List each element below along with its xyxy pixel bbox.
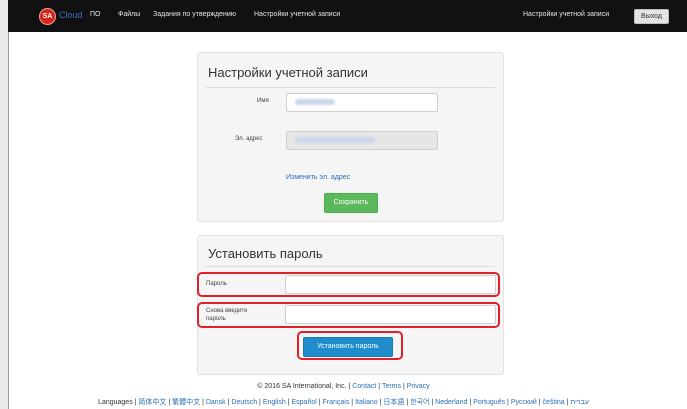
language-link[interactable]: Français <box>323 399 350 406</box>
footer-copyright-line: © 2016 SA International, Inc. | Contact … <box>0 383 687 390</box>
password-title-divider <box>206 266 495 267</box>
language-link[interactable]: Português <box>473 399 505 406</box>
account-settings-panel: Настройки учетной записи Имя Эл. адрес И… <box>197 52 504 222</box>
account-settings-title: Настройки учетной записи <box>208 65 368 80</box>
top-navbar: SA Cloud ПО Файлы Задания по утверждению… <box>8 0 687 32</box>
email-label: Эл. адрес <box>235 136 263 142</box>
sa-logo-icon[interactable]: SA <box>39 8 56 25</box>
redacted-name-value <box>295 99 335 105</box>
terms-link[interactable]: Terms <box>382 383 401 390</box>
title-divider <box>206 87 495 88</box>
password-row-highlight <box>197 272 500 297</box>
confirm-row-highlight <box>197 302 500 328</box>
redacted-email-value <box>295 137 375 143</box>
languages-label: Languages | <box>98 399 139 406</box>
language-link[interactable]: Русский <box>511 399 537 406</box>
language-link[interactable]: עברית <box>570 399 589 406</box>
language-list: 简体中文 | 繁體中文 | Dansk | Deutsch | English … <box>138 399 589 406</box>
logout-button[interactable]: Выход <box>634 9 669 24</box>
language-link[interactable]: 简体中文 <box>138 399 166 406</box>
nav-right-account-settings[interactable]: Настройки учетной записи <box>523 11 609 18</box>
set-password-button-highlight <box>297 331 403 360</box>
change-email-link[interactable]: Изменить эл. адрес <box>286 174 350 181</box>
language-link[interactable]: Español <box>292 399 317 406</box>
save-button[interactable]: Сохранить <box>324 193 378 213</box>
language-link[interactable]: 繁體中文 <box>172 399 200 406</box>
nav-item-files[interactable]: Файлы <box>118 11 140 18</box>
language-link[interactable]: Nederland <box>435 399 467 406</box>
nav-item-account-settings[interactable]: Настройки учетной записи <box>254 11 340 18</box>
footer-languages-line: Languages | 简体中文 | 繁體中文 | Dansk | Deutsc… <box>0 397 687 407</box>
language-link[interactable]: 日本語 <box>383 399 404 406</box>
language-link[interactable]: Italiano <box>355 399 378 406</box>
contact-link[interactable]: Contact <box>352 383 376 390</box>
email-input <box>286 131 438 150</box>
language-link[interactable]: 한국어 <box>410 399 429 406</box>
language-link[interactable]: Deutsch <box>231 399 257 406</box>
language-link[interactable]: Dansk <box>206 399 226 406</box>
language-link[interactable]: čeština <box>543 399 565 406</box>
privacy-link[interactable]: Privacy <box>407 383 430 390</box>
nav-item-software[interactable]: ПО <box>90 11 100 18</box>
nav-item-approvals[interactable]: Задания по утверждению <box>153 11 236 18</box>
copyright-text: © 2016 SA International, Inc. | <box>257 383 353 390</box>
logo-badge-text: SA <box>42 13 53 20</box>
name-label: Имя <box>257 98 269 104</box>
logo-word[interactable]: Cloud <box>59 10 83 20</box>
language-link[interactable]: English <box>263 399 286 406</box>
name-input[interactable] <box>286 93 438 112</box>
set-password-title: Установить пароль <box>208 246 323 261</box>
